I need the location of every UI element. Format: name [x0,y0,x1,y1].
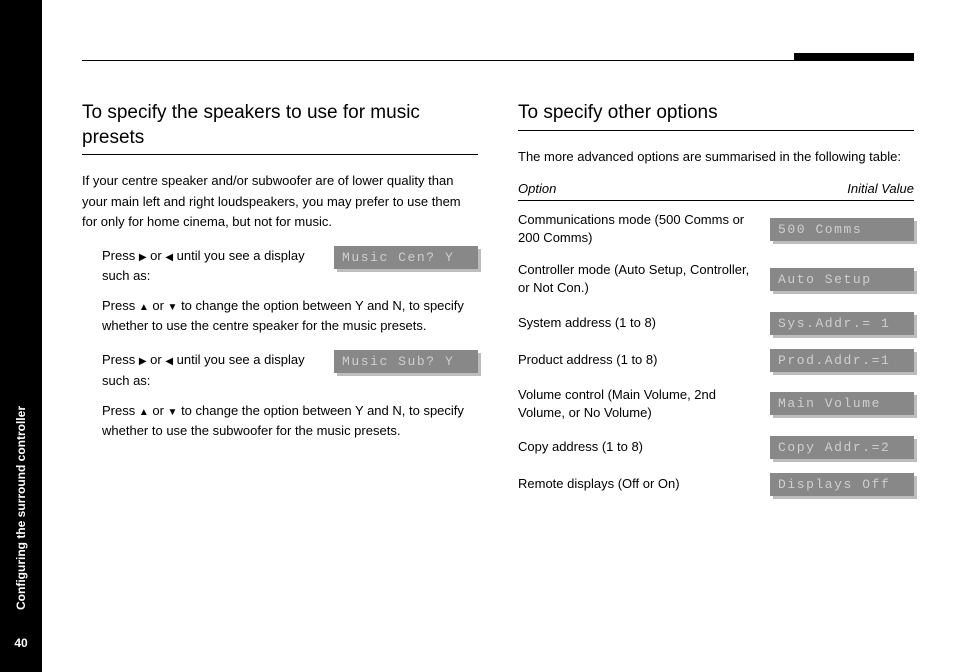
up-arrow-icon: ▲ [139,405,149,421]
down-arrow-icon: ▼ [168,300,178,316]
top-accent-bar [794,53,914,61]
lcd-display: Copy Addr.=2 [770,436,914,459]
section-label: Configuring the surround controller [14,406,28,610]
option-row: Product address (1 to 8) Prod.Addr.=1 [518,349,914,372]
left-arrow-icon: ◀ [165,354,173,370]
step-1: Press ▶ or ◀ until you see a display suc… [102,246,478,286]
left-arrow-icon: ◀ [165,250,173,266]
option-label: Volume control (Main Volume, 2nd Volume,… [518,386,754,422]
option-row: Volume control (Main Volume, 2nd Volume,… [518,386,914,422]
header-option: Option [518,181,556,196]
option-row: Communications mode (500 Comms or 200 Co… [518,211,914,247]
step-text: Press [102,298,139,313]
step-text: Press [102,352,139,367]
step-3: Press ▶ or ◀ until you see a display suc… [102,350,478,390]
step-text: or [147,352,166,367]
right-arrow-icon: ▶ [139,354,147,370]
option-label: System address (1 to 8) [518,314,754,332]
page-number: 40 [14,636,27,650]
left-column: To specify the speakers to use for music… [82,101,478,510]
top-rule [82,60,914,61]
lcd-display: Music Cen? Y [334,246,478,269]
intro-paragraph: If your centre speaker and/or subwoofer … [82,171,478,231]
heading-other-options: To specify other options [518,101,914,126]
step-text: or [149,403,168,418]
step-text: or [147,248,166,263]
step-text: Press [102,403,139,418]
intro-paragraph: The more advanced options are summarised… [518,147,914,167]
options-table-header: Option Initial Value [518,181,914,201]
heading-music-presets: To specify the speakers to use for music… [82,101,478,150]
lcd-display: Music Sub? Y [334,350,478,373]
option-row: Remote displays (Off or On) Displays Off [518,473,914,496]
step-2: Press ▲ or ▼ to change the option betwee… [102,296,478,336]
lcd-display: Main Volume [770,392,914,415]
heading-rule [518,130,914,131]
step-text: or [149,298,168,313]
lcd-display: Displays Off [770,473,914,496]
option-label: Remote displays (Off or On) [518,475,754,493]
right-arrow-icon: ▶ [139,250,147,266]
option-row: System address (1 to 8) Sys.Addr.= 1 [518,312,914,335]
heading-rule [82,154,478,155]
option-label: Product address (1 to 8) [518,351,754,369]
step-4: Press ▲ or ▼ to change the option betwee… [102,401,478,441]
lcd-display: 500 Comms [770,218,914,241]
lcd-display: Sys.Addr.= 1 [770,312,914,335]
header-initial-value: Initial Value [847,181,914,196]
right-column: To specify other options The more advanc… [518,101,914,510]
options-table-body: Communications mode (500 Comms or 200 Co… [518,211,914,496]
sidebar: Configuring the surround controller 40 [0,0,42,672]
option-row: Copy address (1 to 8) Copy Addr.=2 [518,436,914,459]
page-content: To specify the speakers to use for music… [42,0,954,672]
lcd-display: Prod.Addr.=1 [770,349,914,372]
lcd-display: Auto Setup [770,268,914,291]
option-label: Communications mode (500 Comms or 200 Co… [518,211,754,247]
option-label: Copy address (1 to 8) [518,438,754,456]
option-row: Controller mode (Auto Setup, Controller,… [518,261,914,297]
step-text: Press [102,248,139,263]
up-arrow-icon: ▲ [139,300,149,316]
down-arrow-icon: ▼ [168,405,178,421]
option-label: Controller mode (Auto Setup, Controller,… [518,261,754,297]
